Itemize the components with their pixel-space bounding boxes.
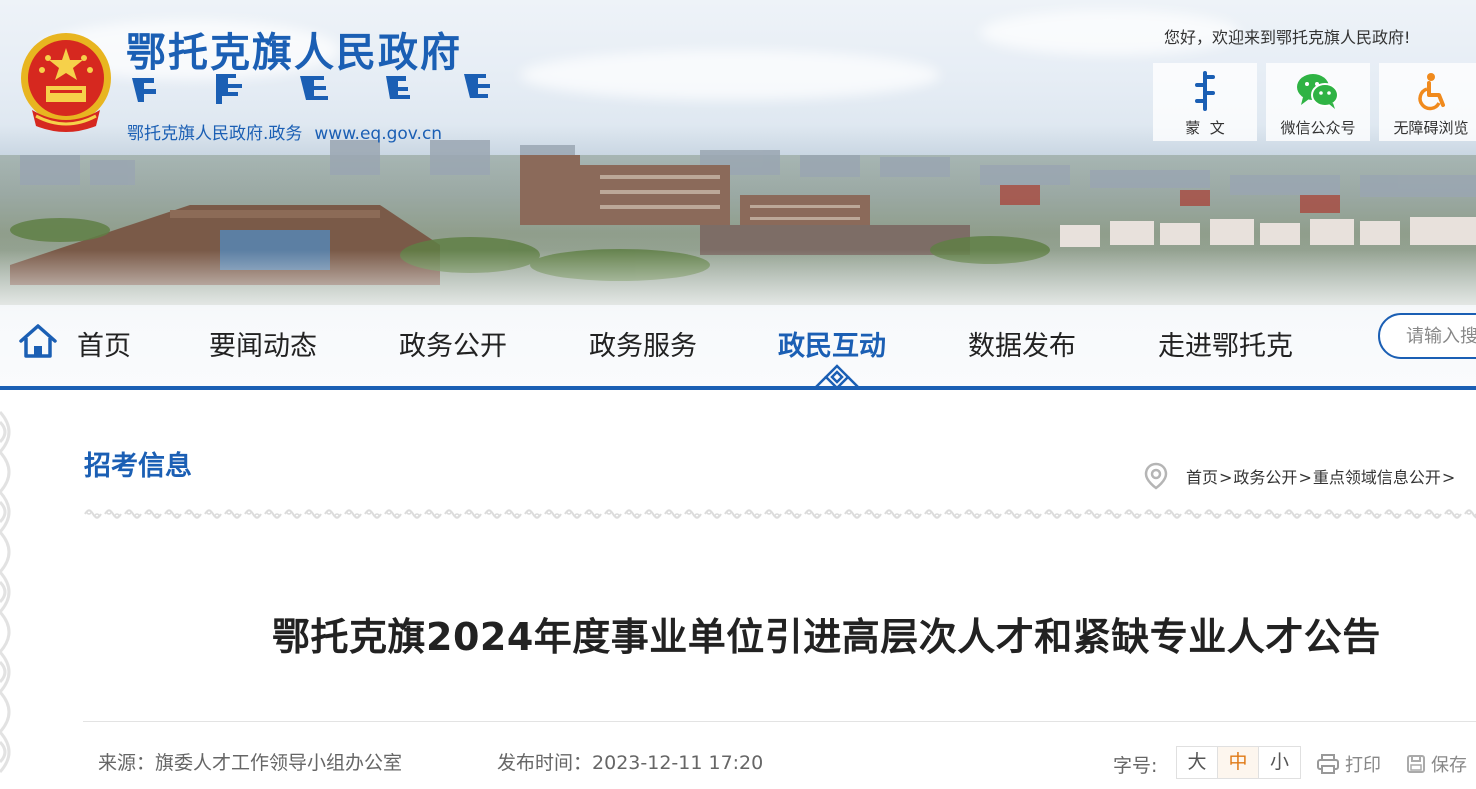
nav-data-release[interactable]: 数据发布 bbox=[968, 324, 1076, 363]
quick-link-accessibility[interactable]: 无障碍浏览 bbox=[1379, 63, 1476, 141]
font-size-label: 字号: bbox=[1113, 755, 1158, 777]
nav-home[interactable]: 首页 bbox=[77, 324, 131, 363]
article-divider bbox=[83, 721, 1476, 722]
site-url[interactable]: www.eq.gov.cn bbox=[314, 124, 442, 144]
mongolian-title-graphic bbox=[132, 74, 490, 104]
article-publish-time: 发布时间：2023-12-11 17:20 bbox=[497, 748, 763, 775]
save-button[interactable]: 保存 bbox=[1407, 751, 1467, 777]
search-input[interactable] bbox=[1380, 315, 1476, 357]
breadcrumb: 首页>政务公开>重点领域信息公开> bbox=[1186, 464, 1456, 488]
breadcrumb-separator: > bbox=[1441, 468, 1456, 487]
national-emblem-icon bbox=[21, 33, 111, 132]
nav-about-etuoke[interactable]: 走进鄂托克 bbox=[1158, 324, 1293, 363]
accessibility-icon bbox=[1379, 69, 1476, 113]
mongolian-script-icon bbox=[1153, 69, 1257, 113]
decorative-pattern-divider bbox=[83, 505, 1476, 523]
source-label: 来源： bbox=[98, 752, 156, 774]
home-icon[interactable] bbox=[18, 322, 58, 360]
date-value: 2023-12-11 17:20 bbox=[592, 752, 764, 774]
nav-gov-affairs-open[interactable]: 政务公开 bbox=[399, 324, 507, 363]
breadcrumb-separator: > bbox=[1219, 468, 1233, 487]
main-nav: 首页 要闻动态 政务公开 政务服务 政民互动 数据发布 走进鄂托克 bbox=[0, 316, 1476, 390]
breadcrumb-separator: > bbox=[1298, 468, 1312, 487]
wechat-icon bbox=[1266, 69, 1370, 113]
nav-news[interactable]: 要闻动态 bbox=[209, 324, 317, 363]
print-button[interactable]: 打印 bbox=[1317, 751, 1381, 777]
article-title: 鄂托克旗2024年度事业单位引进高层次人才和紧缺专业人才公告 bbox=[272, 615, 1381, 659]
quick-link-label: 无障碍浏览 bbox=[1393, 119, 1469, 137]
breadcrumb-key-areas[interactable]: 重点领域信息公开 bbox=[1313, 468, 1441, 487]
quick-link-mongolian[interactable]: 蒙 文 bbox=[1153, 63, 1257, 141]
header-divider bbox=[0, 386, 1476, 390]
search-box[interactable] bbox=[1378, 313, 1476, 359]
save-label: 保存 bbox=[1431, 755, 1467, 776]
site-header: 鄂托克旗人民政府 鄂托克旗人民政府.政务 www.eq.gov.cn 您好，欢迎来… bbox=[0, 0, 1476, 390]
font-size-small-button[interactable]: 小 bbox=[1259, 747, 1300, 778]
breadcrumb-gov-affairs-open[interactable]: 政务公开 bbox=[1233, 468, 1297, 487]
font-size-large-button[interactable]: 大 bbox=[1177, 747, 1218, 778]
print-label: 打印 bbox=[1345, 755, 1381, 776]
location-pin-icon bbox=[1144, 462, 1168, 490]
date-label: 发布时间： bbox=[497, 752, 593, 774]
quick-link-label: 微信公众号 bbox=[1280, 119, 1356, 137]
article-source: 来源：旗委人才工作领导小组办公室 bbox=[98, 748, 402, 775]
printer-icon bbox=[1317, 754, 1339, 774]
quick-link-label: 蒙 文 bbox=[1185, 119, 1225, 137]
quick-link-wechat[interactable]: 微信公众号 bbox=[1266, 63, 1370, 141]
site-subtitle: 鄂托克旗人民政府.政务 www.eq.gov.cn bbox=[127, 119, 442, 144]
site-sub-label: 鄂托克旗人民政府.政务 bbox=[127, 124, 303, 144]
nav-gov-services[interactable]: 政务服务 bbox=[589, 324, 697, 363]
section-title: 招考信息 bbox=[84, 451, 192, 482]
font-size-medium-button[interactable]: 中 bbox=[1218, 747, 1259, 778]
source-value: 旗委人才工作领导小组办公室 bbox=[155, 752, 403, 774]
save-icon bbox=[1407, 755, 1425, 773]
left-decorative-border bbox=[0, 410, 11, 774]
nav-interaction[interactable]: 政民互动 bbox=[778, 324, 886, 363]
breadcrumb-home[interactable]: 首页 bbox=[1186, 468, 1218, 487]
font-size-selector: 大 中 小 bbox=[1176, 746, 1301, 779]
welcome-text: 您好，欢迎来到鄂托克旗人民政府! bbox=[1164, 28, 1411, 47]
cloud-decoration bbox=[520, 50, 940, 100]
